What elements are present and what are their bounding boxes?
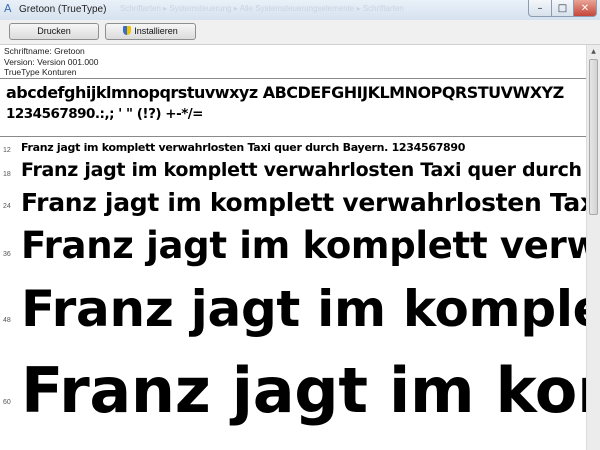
maximize-button[interactable]: □ (551, 0, 574, 17)
sample-text: Franz jagt im komplett (21, 280, 586, 338)
sample-size-label: 60 (3, 399, 11, 406)
close-button[interactable]: ✕ (573, 0, 597, 17)
vertical-scrollbar[interactable]: ▲ (586, 45, 600, 450)
font-outline-type: TrueType Konturen (4, 67, 77, 77)
sample-size-label: 12 (3, 147, 11, 154)
print-button-label: Drucken (37, 26, 71, 36)
font-version: Version: Version 001.000 (4, 56, 99, 67)
uac-shield-icon (123, 26, 132, 35)
sample-text: Franz jagt im komplett verwahrlosten Tax… (21, 188, 586, 217)
sample-size-label: 36 (3, 251, 11, 258)
scroll-up-icon[interactable]: ▲ (588, 46, 599, 58)
minimize-icon: – (537, 2, 543, 14)
window-title: Gretoon (TrueType) (19, 4, 107, 15)
sample-text: Franz jagt im komplett (21, 354, 586, 427)
print-button[interactable]: Drucken (9, 23, 99, 40)
font-viewer-window: A Gretoon (TrueType) Schriftarten ▸ Syst… (0, 0, 600, 450)
divider (0, 78, 586, 79)
charset-numbers: 1234567890.:,; ' " (!?) +-*/= (6, 106, 204, 122)
sample-text: Franz jagt im komplett verwahrlosten Tax… (21, 141, 466, 154)
sample-size-label: 48 (3, 317, 11, 324)
sample-size-label: 18 (3, 171, 11, 178)
sample-text: Franz jagt im komplett verwahrlosten Tax… (21, 159, 586, 181)
title-bar[interactable]: A Gretoon (TrueType) Schriftarten ▸ Syst… (0, 0, 600, 21)
charset-letters: abcdefghijklmnopqrstuvwxyz ABCDEFGHIJKLM… (6, 83, 564, 102)
close-icon: ✕ (580, 2, 590, 14)
minimize-button[interactable]: – (528, 0, 552, 17)
sample-size-label: 24 (3, 203, 11, 210)
install-button[interactable]: Installieren (105, 23, 196, 40)
divider (0, 136, 586, 137)
sample-text: Franz jagt im komplett verwahrlosten (21, 224, 586, 267)
scrollbar-thumb[interactable] (589, 59, 598, 215)
font-preview-area: Schriftname: Gretoon Version: Version 00… (0, 45, 586, 450)
font-info: Schriftname: Gretoon Version: Version 00… (4, 46, 99, 78)
maximize-icon: □ (557, 2, 568, 14)
toolbar: Drucken Installieren (0, 20, 600, 45)
install-button-label: Installieren (134, 26, 178, 36)
font-name: Schriftname: Gretoon (4, 46, 85, 56)
background-window-title: Schriftarten ▸ Systemsteuerung ▸ Alle Sy… (120, 4, 404, 13)
font-file-icon: A (4, 2, 12, 15)
scrollbar-track[interactable] (589, 219, 598, 447)
